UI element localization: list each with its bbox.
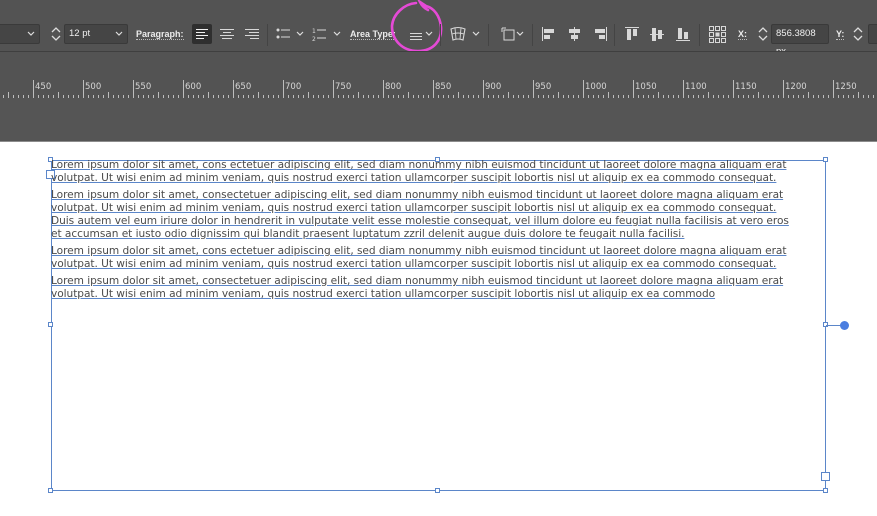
align-left-button[interactable] [192, 24, 212, 44]
ruler-label: 1100 [685, 82, 707, 92]
align-vertical-centers-icon [650, 28, 664, 41]
grid-warp-button[interactable] [448, 24, 468, 44]
ruler-label: 1250 [835, 82, 857, 92]
align-left-edges-button[interactable] [539, 24, 559, 44]
paragraph-label: Paragraph: [136, 29, 184, 40]
reference-point-grid[interactable] [707, 24, 727, 44]
align-bottom-edges-button[interactable] [673, 24, 693, 44]
ruler-label: 1000 [585, 82, 607, 92]
font-style-dropdown[interactable] [0, 24, 40, 44]
paragraph[interactable]: Lorem ipsum dolor sit amet, cons ectetue… [51, 159, 827, 185]
numbered-list-button[interactable]: 1 2 [309, 24, 329, 44]
separator [699, 24, 700, 46]
align-left-edges-icon [542, 27, 554, 41]
ruler-label: 450 [35, 82, 52, 92]
text-content[interactable]: Lorem ipsum dolor sit amet, cons ectetue… [51, 159, 827, 305]
text-line: et accumsan et iusto odio dignissim qui … [51, 228, 685, 240]
text-line: Lorem ipsum dolor sit amet, cons ectetue… [51, 245, 787, 257]
align-left-icon [196, 29, 208, 39]
align-right-edges-icon [595, 27, 607, 41]
text-line: volutpat. Ut wisi enim ad minim veniam, … [51, 202, 777, 214]
text-line: Lorem ipsum dolor sit amet, consectetuer… [51, 189, 784, 201]
x-label: X: [738, 29, 747, 40]
align-bottom-edges-icon [676, 28, 690, 41]
bullet-list-button[interactable] [273, 24, 293, 44]
align-horizontal-centers-icon [569, 27, 580, 41]
chevron-down-icon [115, 31, 123, 36]
ruler-label: 650 [235, 82, 252, 92]
align-top-edges-button[interactable] [622, 24, 642, 44]
text-line: Duis autem vel eum iriure dolor in hendr… [51, 215, 789, 227]
ruler-label: 900 [485, 82, 502, 92]
separator [532, 24, 533, 46]
align-center-button[interactable] [217, 24, 237, 44]
align-center-icon [220, 29, 234, 39]
paragraph[interactable]: Lorem ipsum dolor sit amet, consectetuer… [51, 275, 827, 301]
reference-point-icon [501, 27, 524, 41]
separator [614, 24, 615, 46]
ruler-label: 1200 [785, 82, 807, 92]
reference-grid-icon [709, 26, 726, 43]
font-size-value: 12 pt [69, 28, 91, 39]
handle-bottom-center[interactable] [435, 488, 440, 493]
handle-middle-left[interactable] [48, 322, 53, 327]
separator [267, 24, 268, 46]
chevron-down-icon[interactable] [296, 24, 304, 44]
text-line: Lorem ipsum dolor sit amet, consectetuer… [51, 275, 784, 287]
x-position-field[interactable]: 856.3808 px [771, 24, 829, 57]
separator [488, 24, 489, 46]
numbered-list-icon: 1 2 [312, 28, 326, 43]
ruler-label: 600 [185, 82, 202, 92]
text-line: Lorem ipsum dolor sit amet, cons ectetue… [51, 159, 787, 171]
handle-bottom-right[interactable] [823, 488, 828, 493]
text-line: volutpat. Ut wisi enim ad minim veniam, … [51, 172, 777, 184]
control-bar: 12 pt Paragraph: 1 2 Area Type: X: 856.3… [0, 0, 877, 57]
align-right-button[interactable] [242, 24, 262, 44]
text-line: volutpat. Ut wisi enim ad minim veniam, … [51, 288, 716, 300]
horizontal-ruler[interactable]: 450 500 550 600 650 700 750 800 850 900 950 1000 105… [0, 80, 877, 99]
paragraph[interactable]: Lorem ipsum dolor sit amet, consectetuer… [51, 189, 827, 241]
pasteboard [0, 98, 877, 141]
annotation-circle [390, 0, 443, 53]
text-line: volutpat. Ut wisi enim ad minim veniam, … [51, 258, 777, 270]
ruler-label: 550 [135, 82, 152, 92]
ruler-label: 1050 [635, 82, 657, 92]
chevron-down-icon [27, 31, 35, 36]
paragraph[interactable]: Lorem ipsum dolor sit amet, cons ectetue… [51, 245, 827, 271]
out-port[interactable] [821, 472, 830, 481]
ruler-label: 1150 [735, 82, 757, 92]
svg-text:2: 2 [312, 36, 316, 43]
ruler-label: 800 [385, 82, 402, 92]
ruler-label: 750 [335, 82, 352, 92]
y-position-field[interactable] [868, 24, 877, 44]
ruler-label: 700 [285, 82, 302, 92]
ruler-label: 850 [435, 82, 452, 92]
align-vertical-centers-button[interactable] [647, 24, 667, 44]
warp-icon [450, 26, 466, 41]
ruler-label: 950 [535, 82, 552, 92]
align-horizontal-centers-button[interactable] [564, 24, 584, 44]
separator [440, 24, 441, 46]
handle-bottom-left[interactable] [48, 488, 53, 493]
bullet-list-icon [276, 28, 290, 39]
font-size-field[interactable]: 12 pt [64, 24, 128, 44]
align-top-edges-icon [625, 27, 639, 40]
ruler-label: 500 [85, 82, 102, 92]
reference-point-button[interactable] [500, 24, 528, 44]
chevron-down-icon[interactable] [333, 24, 341, 44]
y-label: Y: [836, 29, 845, 40]
svg-text:1: 1 [312, 28, 316, 35]
chevron-down-icon[interactable] [472, 24, 480, 44]
align-right-icon [245, 29, 259, 39]
align-right-edges-button[interactable] [590, 24, 610, 44]
text-thread-handle[interactable] [840, 321, 849, 330]
